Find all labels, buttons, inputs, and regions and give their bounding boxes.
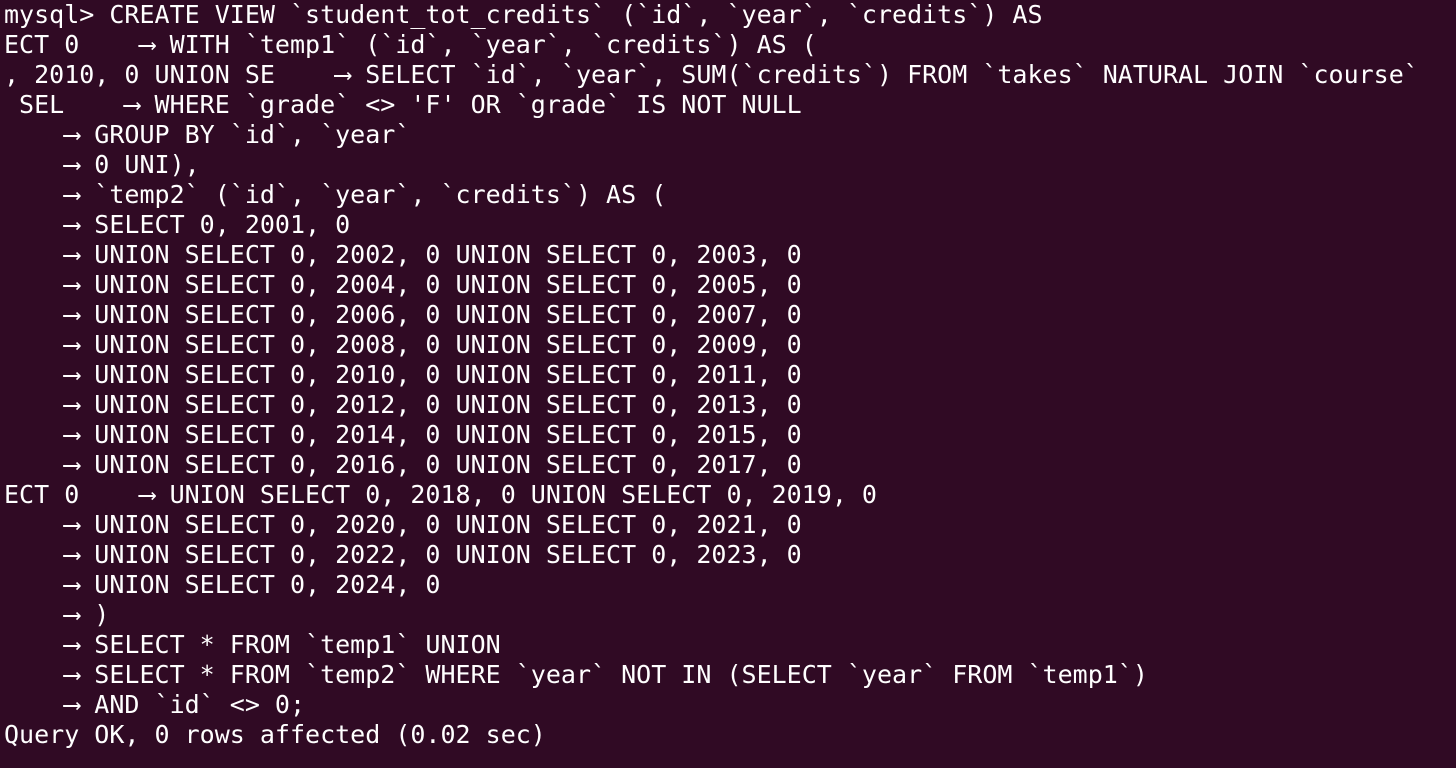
terminal-line-command: mysql> CREATE VIEW `student_tot_credits`…	[4, 0, 1043, 29]
terminal-window[interactable]: mysql> CREATE VIEW `student_tot_credits`…	[0, 0, 1456, 768]
terminal-line: ⟶ )	[4, 600, 110, 629]
terminal-line-result: Query OK, 0 rows affected (0.02 sec)	[4, 720, 546, 749]
terminal-line: ⟶ UNION SELECT 0, 2016, 0 UNION SELECT 0…	[4, 450, 802, 479]
terminal-line: ⟶ GROUP BY `id`, `year`	[4, 120, 411, 149]
terminal-line: ⟶ UNION SELECT 0, 2014, 0 UNION SELECT 0…	[4, 420, 802, 449]
terminal-line: ⟶ 0 UNI),	[4, 150, 200, 179]
terminal-line: ⟶ UNION SELECT 0, 2022, 0 UNION SELECT 0…	[4, 540, 802, 569]
terminal-line: ⟶ SELECT * FROM `temp2` WHERE `year` NOT…	[4, 660, 1148, 689]
terminal-line: ⟶ SELECT 0, 2001, 0	[4, 210, 351, 239]
terminal-line: ⟶ UNION SELECT 0, 2020, 0 UNION SELECT 0…	[4, 510, 802, 539]
terminal-line: ⟶ `temp2` (`id`, `year`, `credits`) AS (	[4, 180, 667, 209]
terminal-line: ⟶ UNION SELECT 0, 2006, 0 UNION SELECT 0…	[4, 300, 802, 329]
terminal-line: ⟶ UNION SELECT 0, 2012, 0 UNION SELECT 0…	[4, 390, 802, 419]
terminal-line: ECT 0 ⟶ UNION SELECT 0, 2018, 0 UNION SE…	[4, 480, 877, 509]
terminal-line: ⟶ UNION SELECT 0, 2008, 0 UNION SELECT 0…	[4, 330, 802, 359]
terminal-line: ⟶ SELECT * FROM `temp1` UNION	[4, 630, 501, 659]
terminal-line: ⟶ UNION SELECT 0, 2004, 0 UNION SELECT 0…	[4, 270, 802, 299]
terminal-line: , 2010, 0 UNION SE ⟶ SELECT `id`, `year`…	[4, 60, 1419, 89]
terminal-line: ECT 0 ⟶ WITH `temp1` (`id`, `year`, `cre…	[4, 30, 817, 59]
terminal-line: ⟶ UNION SELECT 0, 2002, 0 UNION SELECT 0…	[4, 240, 802, 269]
terminal-line: ⟶ UNION SELECT 0, 2024, 0	[4, 570, 441, 599]
terminal-line: SEL ⟶ WHERE `grade` <> 'F' OR `grade` IS…	[4, 90, 802, 119]
terminal-line: ⟶ AND `id` <> 0;	[4, 690, 306, 719]
terminal-line: ⟶ UNION SELECT 0, 2010, 0 UNION SELECT 0…	[4, 360, 802, 389]
